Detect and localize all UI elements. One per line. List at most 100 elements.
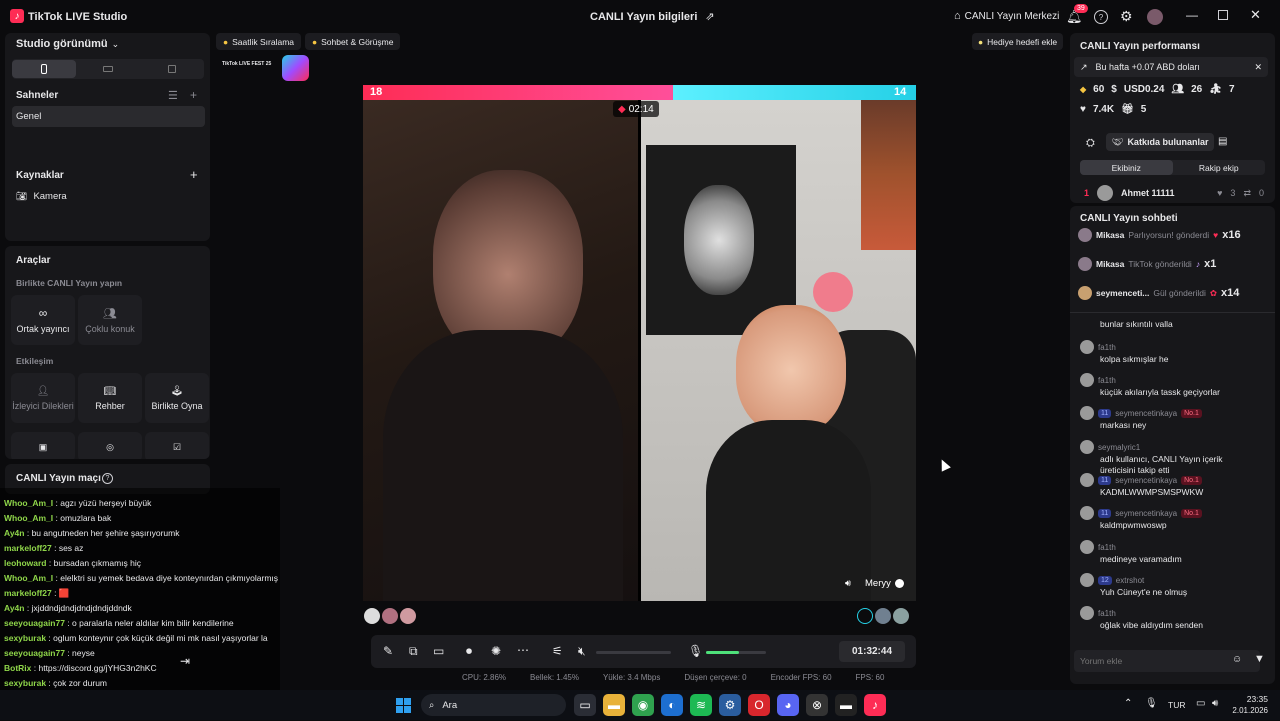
exit-icon[interactable]: ⇥ <box>180 654 190 668</box>
xbox-icon[interactable]: ⊗ <box>806 694 828 716</box>
maximize-icon[interactable] <box>1218 10 1228 20</box>
language-indicator[interactable]: TUR <box>1168 700 1185 710</box>
close-icon[interactable]: ✕ <box>1254 62 1262 73</box>
chat-message: Whoo_Am_I : elelktri su yemek bedava diy… <box>4 573 279 583</box>
studio-view-dropdown[interactable]: Studio görünümü ⌄ <box>16 38 119 50</box>
supporter-avatar[interactable] <box>364 608 380 624</box>
steam-icon[interactable]: ⚙ <box>719 694 741 716</box>
hourly-ranking-pill[interactable]: ● Saatlik Sıralama <box>216 33 302 50</box>
task-view-icon[interactable]: ▭ <box>574 694 596 716</box>
chrome-icon[interactable]: ◉ <box>632 694 654 716</box>
mic-volume-slider[interactable] <box>706 651 766 654</box>
taskbar-search[interactable]: ⌕ Ara <box>421 694 566 716</box>
app-icon[interactable]: ▬ <box>835 694 857 716</box>
weekly-earnings-label: Bu hafta +0.07 ABD doları <box>1095 62 1200 72</box>
tiktok-live-studio-icon[interactable]: ♪ <box>864 694 886 716</box>
screen-icon[interactable]: ▭ <box>433 644 444 658</box>
scene-item-genel[interactable]: Genel <box>12 106 205 127</box>
tool-tile-5[interactable]: ◎ <box>78 432 142 459</box>
filter-icon[interactable]: ▼ <box>1254 653 1265 665</box>
microphone-icon[interactable]: 🎙︎ <box>1145 698 1158 709</box>
settings-sliders-icon[interactable]: ⚟ <box>552 644 563 658</box>
comment-input[interactable] <box>1080 653 1230 669</box>
windows-start-icon[interactable] <box>396 698 411 713</box>
person-add-icon[interactable]: ⛭ <box>1086 137 1095 150</box>
clipboard-icon[interactable]: ▤ <box>1218 136 1227 147</box>
clock-date[interactable]: 2.01.2026 <box>1226 706 1268 715</box>
help-icon[interactable]: ? <box>102 473 113 484</box>
chevron-up-icon[interactable]: ⌃ <box>1124 698 1132 709</box>
live-fest-banner[interactable]: TikTok LIVE FEST 25 <box>220 55 310 83</box>
add-scene-icon[interactable]: + <box>190 88 197 102</box>
portrait-layout-button[interactable] <box>12 60 76 78</box>
guide-tile[interactable]: 📖︎ Rehber <box>78 373 142 423</box>
left-panel-top: Studio görünümü ⌄ Sahneler ☰ + Genel Kay… <box>5 33 210 241</box>
source-item-camera[interactable]: 📷︎ Kamera <box>16 191 67 202</box>
clock-time[interactable]: 23:35 <box>1234 694 1268 704</box>
speaker-volume-slider[interactable] <box>596 651 671 654</box>
play-together-tile[interactable]: 🕹︎ Birlikte Oyna <box>145 373 209 423</box>
landscape-layout-button[interactable] <box>76 66 140 72</box>
minimize-icon[interactable]: — <box>1186 8 1198 22</box>
dual-layout-button[interactable] <box>140 65 204 73</box>
microphone-icon[interactable]: 🎙︎ <box>688 644 703 658</box>
more-icon[interactable]: ⋯ <box>517 643 529 657</box>
list-icon[interactable]: ☰ <box>168 89 178 102</box>
monitor-icon[interactable]: ▭ <box>1196 698 1205 709</box>
chat-message: Whoo_Am_I : omuzlara bak <box>4 513 112 523</box>
supporter-avatar[interactable] <box>875 608 891 624</box>
tool-tile-6[interactable]: ☑ <box>145 432 209 459</box>
supporter-avatar[interactable] <box>893 608 909 624</box>
tool-tile-4[interactable]: ▣ <box>11 432 75 459</box>
supporter-avatar[interactable] <box>382 608 398 624</box>
stream-info-button[interactable]: CANLI Yayın bilgileri ⇗ <box>590 10 715 24</box>
file-explorer-icon[interactable]: ▬ <box>603 694 625 716</box>
edge-icon[interactable]: ◐ <box>661 694 683 716</box>
multi-guest-tile[interactable]: 👥︎ Çoklu konuk <box>78 295 142 345</box>
mute-icon[interactable]: 🔇︎ <box>578 644 586 659</box>
gift-text: Parlıyorsun! gönderdi <box>1128 230 1210 240</box>
spotify-icon[interactable]: ≋ <box>690 694 712 716</box>
tiktok-gift-icon: ♪ <box>1195 259 1201 269</box>
gift-goal-pill[interactable]: ● Hediye hedefi ekle <box>972 33 1064 50</box>
contributor-row[interactable]: 1 Ahmet 11111 ♥ 3 ⇄ 0 <box>1084 185 1264 201</box>
chat-meeting-pill[interactable]: ● Sohbet & Görüşme <box>305 33 401 50</box>
cohost-tile[interactable]: ∞ Ortak yayıncı <box>11 295 75 345</box>
close-icon[interactable]: ✕ <box>1250 7 1261 23</box>
magic-wand-icon[interactable]: ✎ <box>383 644 393 658</box>
avatar[interactable] <box>1147 9 1163 25</box>
help-icon[interactable]: ? <box>1094 10 1108 24</box>
supporter-avatar[interactable] <box>857 608 873 624</box>
contributors-button[interactable]: 🤝︎ Katkıda bulunanlar <box>1106 133 1215 151</box>
chat-message: sexyburak : oglum konteynır çok küçük de… <box>4 633 268 643</box>
chat-meeting-label: Sohbet & Görüşme <box>321 36 394 47</box>
supporter-avatar[interactable] <box>400 608 416 624</box>
viewers-icon: 👥︎ <box>1171 84 1185 95</box>
right-streamer-tag[interactable]: 🔊︎ Meryy <box>845 578 904 589</box>
gear-icon[interactable]: ⚙ <box>1120 8 1133 25</box>
dropped-frames-stat: Düşen çerçeve: 0 <box>684 673 747 682</box>
chat-message: sexyburak : çok zor durum <box>4 678 108 688</box>
opera-icon[interactable]: O <box>748 694 770 716</box>
box-icon: ▣ <box>38 441 48 452</box>
live-chat-message: fa1th küçük akılarıyla tassk geçiyorlar <box>1080 373 1260 398</box>
live-timer: 01:32:44 <box>839 641 905 662</box>
comment-input-box[interactable]: ☺ <box>1074 650 1260 672</box>
viewer-wishes-tile[interactable]: 👤︎ İzleyici Dilekleri <box>11 373 75 423</box>
live-chat-message: fa1th oğlak vibe aldıydım senden <box>1080 606 1260 631</box>
discord-icon[interactable]: ◕ <box>777 694 799 716</box>
layout-add-icon[interactable]: ⧉ <box>409 644 418 659</box>
speaker-icon[interactable]: 🔊︎ <box>1212 698 1218 709</box>
gift-user: Mikasa <box>1096 259 1125 269</box>
target-icon: ◎ <box>106 441 114 452</box>
chat-text: Yuh Cüneyt'e ne olmuş <box>1100 587 1188 597</box>
live-center-button[interactable]: ⌂ CANLI Yayın Merkezi <box>954 10 1059 22</box>
tab-rival-team[interactable]: Rakip ekip <box>1173 163 1266 173</box>
emoji-icon[interactable]: ☺ <box>1232 654 1242 665</box>
chat-text: çok zor durum <box>53 678 108 688</box>
add-source-icon[interactable]: + <box>190 167 198 182</box>
record-icon[interactable]: ⏺ <box>466 644 472 659</box>
rank-number: 1 <box>1084 188 1090 198</box>
tab-your-team[interactable]: Ekibiniz <box>1080 160 1173 175</box>
effects-icon[interactable]: ✺ <box>491 644 501 658</box>
